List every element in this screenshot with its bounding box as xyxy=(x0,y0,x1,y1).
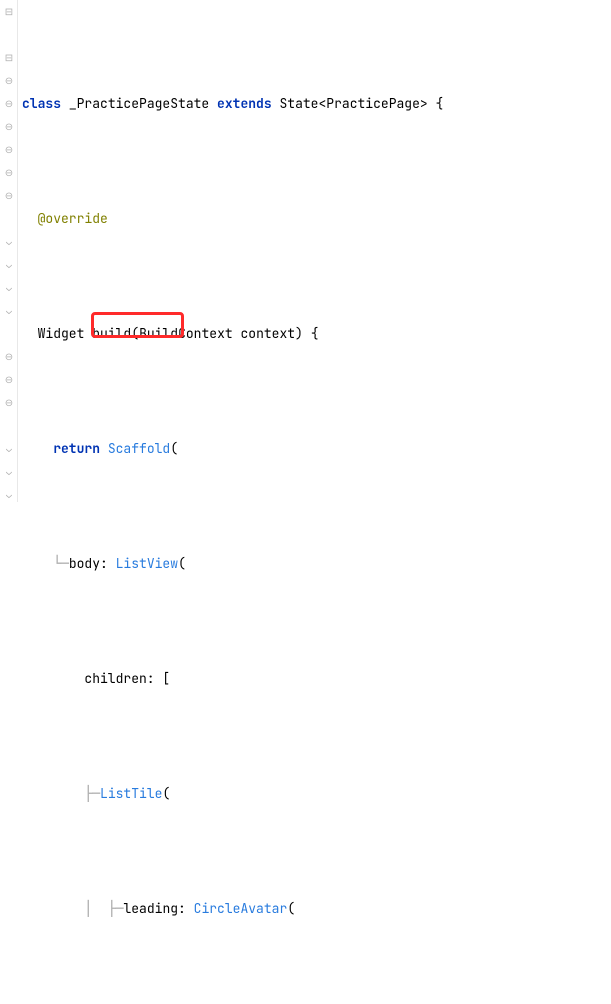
class-name: _PracticePageState xyxy=(69,92,209,115)
punct: < xyxy=(318,92,326,115)
constructor: ListView xyxy=(116,552,178,575)
fold-toggle[interactable]: ⊖ xyxy=(2,396,16,410)
keyword: class xyxy=(22,92,61,115)
keyword: extends xyxy=(217,92,272,115)
param-name: context xyxy=(240,322,295,345)
fold-toggle[interactable]: ⊖ xyxy=(2,189,16,203)
keyword: return xyxy=(53,437,100,460)
code-line: return Scaffold ( xyxy=(22,437,611,460)
method-name: build xyxy=(92,322,131,345)
fold-toggle[interactable]: ⊖ xyxy=(2,74,16,88)
annotation: @override xyxy=(38,207,108,230)
brace: { xyxy=(428,92,444,115)
code-editor[interactable]: class _PracticePageState extends State <… xyxy=(18,0,611,1004)
constructor: ListTile xyxy=(100,782,162,805)
brace: ) { xyxy=(295,322,318,345)
paren: ( xyxy=(178,552,186,575)
fold-toggle[interactable]: ⊖ xyxy=(2,373,16,387)
code-line: children: [ xyxy=(22,667,611,690)
code-line: class _PracticePageState extends State <… xyxy=(22,92,611,115)
fold-mark: ⌄ xyxy=(2,465,16,479)
code-line: @override xyxy=(22,207,611,230)
paren: ( xyxy=(170,437,178,460)
paren: ( xyxy=(287,897,295,920)
fold-toggle[interactable]: ⊟ xyxy=(2,51,16,65)
fold-toggle[interactable]: ⊖ xyxy=(2,143,16,157)
fold-mark: ⌄ xyxy=(2,442,16,456)
fold-mark: ⌄ xyxy=(2,281,16,295)
fold-mark: ⌄ xyxy=(2,488,16,502)
fold-toggle[interactable]: ⊖ xyxy=(2,120,16,134)
fold-mark: ⌄ xyxy=(2,304,16,318)
fold-mark: ⌄ xyxy=(2,258,16,272)
fold-toggle[interactable]: ⊖ xyxy=(2,350,16,364)
code-line: ├─ ListTile ( xyxy=(22,782,611,805)
type: State xyxy=(279,92,318,115)
type: PracticePage xyxy=(326,92,420,115)
code-line: └─ body: ListView ( xyxy=(22,552,611,575)
code-line: Widget build ( BuildContext context ) { xyxy=(22,322,611,345)
constructor: Scaffold xyxy=(108,437,170,460)
named-arg: children: [ xyxy=(84,667,170,690)
fold-toggle[interactable]: ⊟ xyxy=(2,5,16,19)
fold-toggle[interactable]: ⊖ xyxy=(2,97,16,111)
param-type: BuildContext xyxy=(139,322,233,345)
return-type: Widget xyxy=(38,322,85,345)
fold-mark: ⌄ xyxy=(2,235,16,249)
fold-toggle[interactable]: ⊖ xyxy=(2,166,16,180)
constructor: CircleAvatar xyxy=(194,897,288,920)
named-arg: body: xyxy=(69,552,116,575)
paren: ( xyxy=(162,782,170,805)
code-line: │ ├─ leading: CircleAvatar ( xyxy=(22,897,611,920)
gutter: ⊟ ⊟ ⊖ ⊖ ⊖ ⊖ ⊖ ⊖ ⌄ ⌄ ⌄ ⌄ ⊖ ⊖ ⊖ ⌄ ⌄ ⌄ xyxy=(0,0,18,502)
named-arg: leading: xyxy=(123,897,193,920)
punct: > xyxy=(420,92,428,115)
